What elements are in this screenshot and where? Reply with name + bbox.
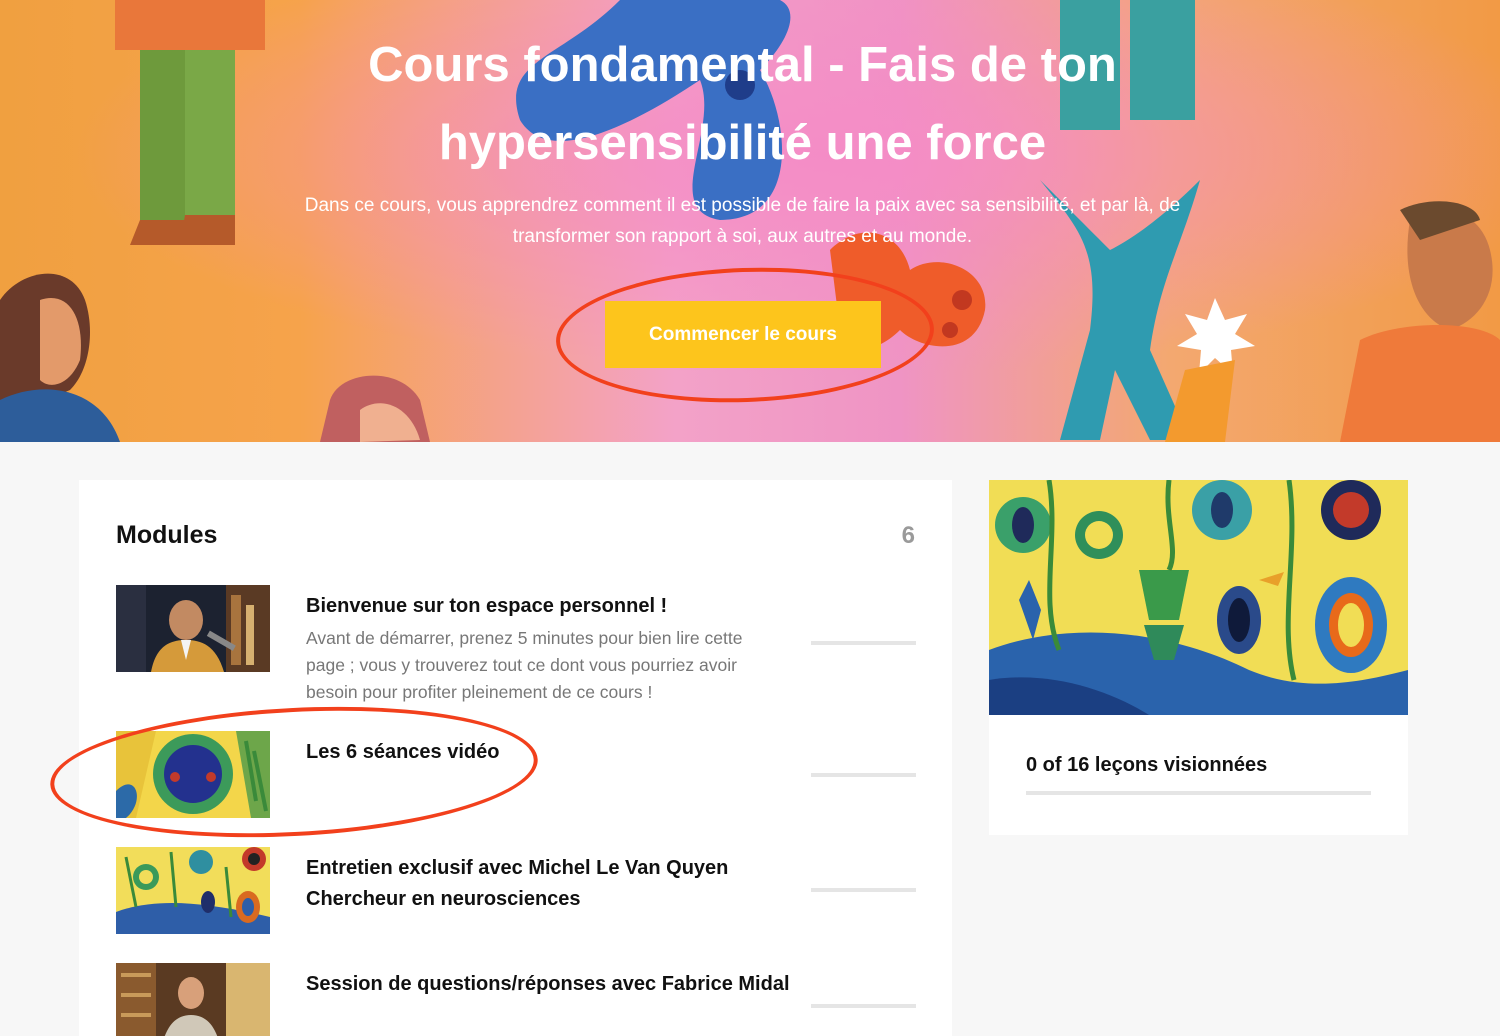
modules-heading: Modules — [116, 521, 218, 549]
module-thumbnail[interactable] — [116, 963, 270, 1036]
module-item-qa-session[interactable]: Session de questions/réponses avec Fabri… — [116, 963, 916, 1036]
module-item-interview[interactable]: Entretien exclusif avec Michel Le Van Qu… — [116, 847, 916, 937]
modules-panel: Modules 6 Bienvenue sur ton espace perso… — [79, 480, 952, 1036]
module-thumbnail[interactable] — [116, 847, 270, 934]
module-description: Avant de démarrer, prenez 5 minutes pour… — [306, 628, 743, 702]
module-progress-bar — [811, 641, 916, 645]
module-progress-bar — [811, 1004, 916, 1008]
course-subtitle: Dans ce cours, vous apprendrez comment i… — [304, 195, 1181, 247]
start-course-button[interactable]: Commencer le cours — [605, 301, 881, 368]
module-item-welcome[interactable]: Bienvenue sur ton espace personnel ! Ava… — [116, 585, 916, 705]
course-title: Cours fondamental - Fais de ton hypersen… — [368, 38, 1117, 170]
module-title[interactable]: Session de questions/réponses avec Fabri… — [306, 969, 806, 1000]
module-thumbnail[interactable] — [116, 585, 270, 672]
module-title[interactable]: Les 6 séances vidéo — [306, 737, 806, 768]
module-progress-bar — [811, 888, 916, 892]
module-item-video-sessions[interactable]: Les 6 séances vidéo — [116, 731, 916, 821]
lessons-progress-bar — [1026, 791, 1371, 795]
course-hero: Cours fondamental - Fais de ton hypersen… — [0, 0, 1500, 442]
module-title[interactable]: Entretien exclusif avec Michel Le Van Qu… — [306, 853, 806, 915]
module-progress-bar — [811, 773, 916, 777]
lessons-progress-label: 0 of 16 leçons visionnées — [1026, 754, 1268, 776]
module-thumbnail[interactable] — [116, 731, 270, 818]
modules-count: 6 — [901, 522, 915, 549]
module-title[interactable]: Bienvenue sur ton espace personnel ! — [306, 591, 806, 622]
course-cover-image — [989, 480, 1408, 715]
course-progress-card: 0 of 16 leçons visionnées — [989, 480, 1408, 835]
